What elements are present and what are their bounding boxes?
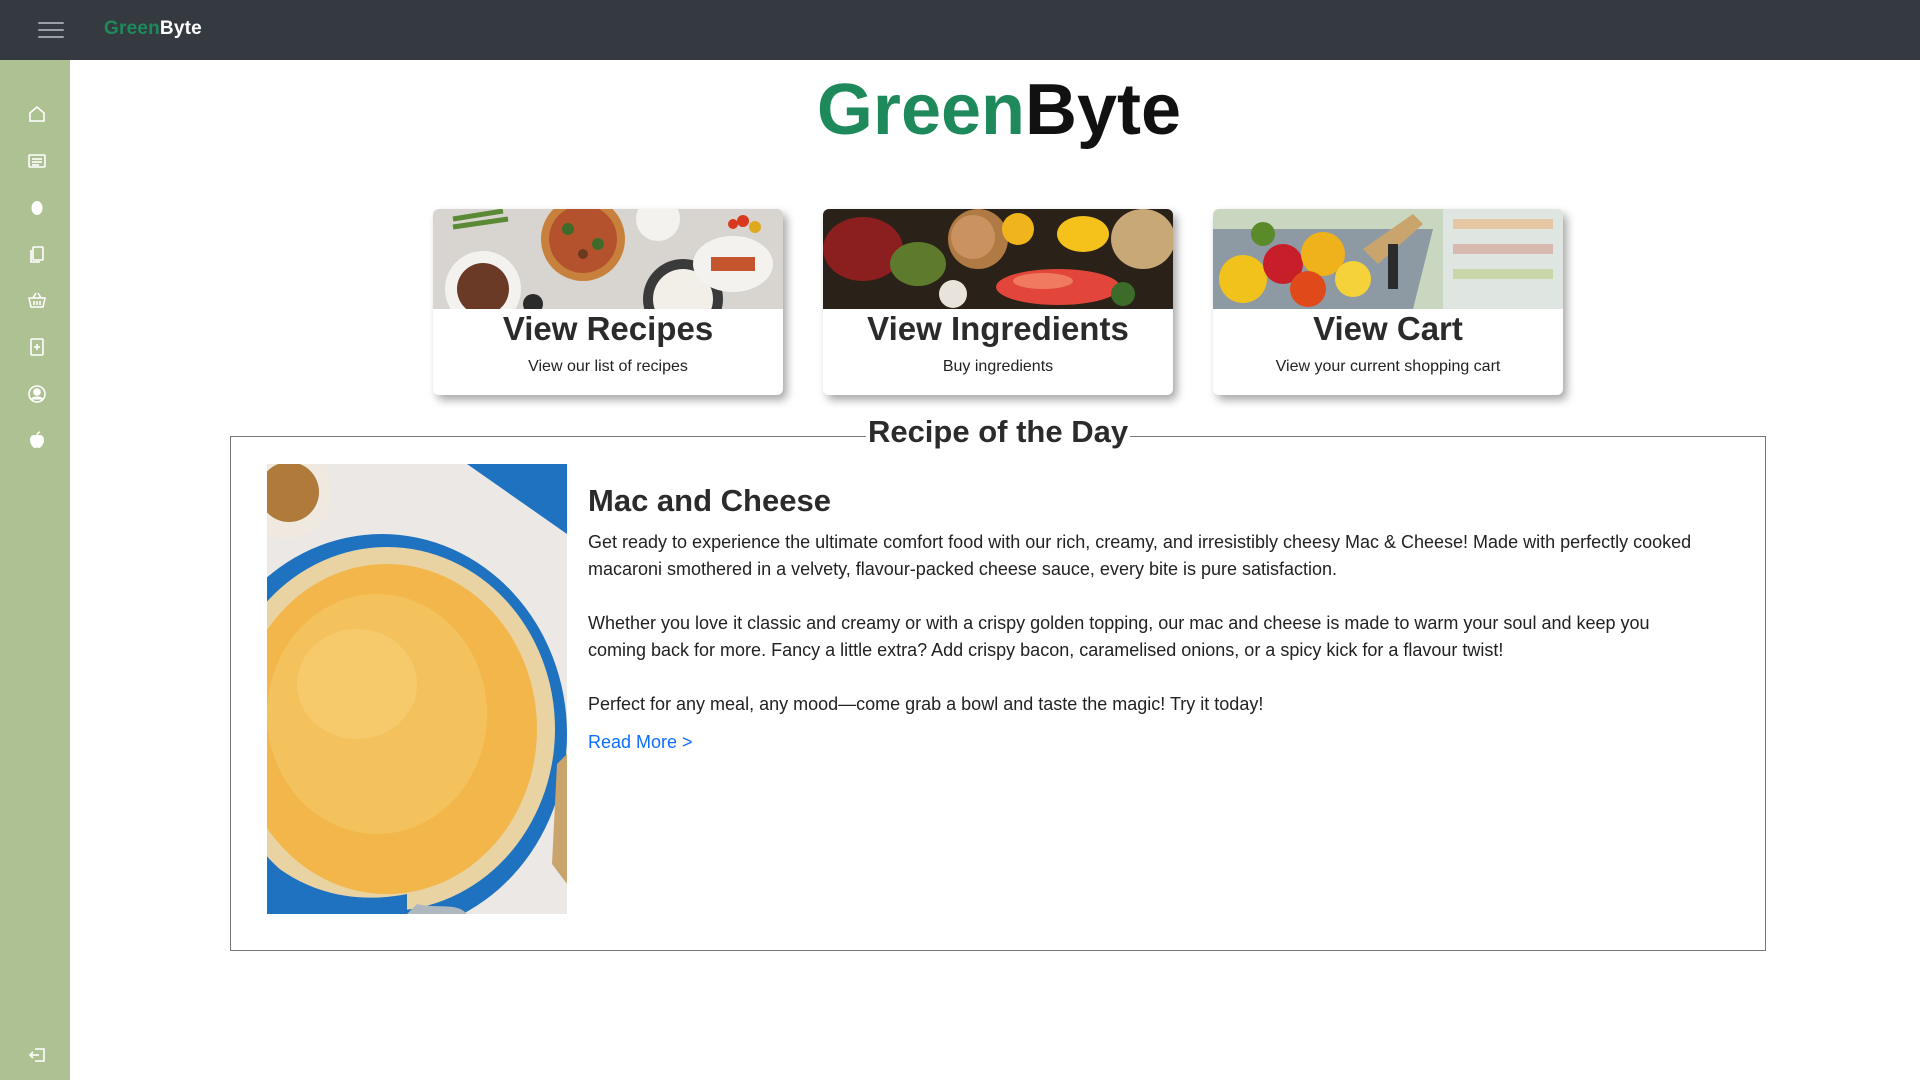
recipe-of-the-day-heading: Recipe of the Day: [865, 414, 1131, 449]
recipe-body: Mac and Cheese Get ready to experience t…: [588, 483, 1708, 753]
recipe-paragraph: Perfect for any meal, any mood—come grab…: [588, 694, 1264, 714]
card-title: View Recipes: [502, 310, 714, 347]
logout-icon[interactable]: [25, 1043, 49, 1067]
mac-and-cheese-image: [267, 464, 567, 914]
page-title: GreenByte: [70, 64, 1920, 158]
cart-image: [1213, 209, 1563, 309]
ingredients-image: [823, 209, 1173, 309]
recipe-of-the-day: Recipe of the Day Mac and Cheese Get rea…: [230, 414, 1766, 951]
main-content: GreenByte Welcome to GreenByte! View Rec…: [70, 60, 1920, 1080]
recipes-image: [433, 209, 783, 309]
egg-icon[interactable]: [25, 195, 49, 219]
recipe-name: Mac and Cheese: [588, 483, 831, 518]
view-recipes-card[interactable]: View Recipes View our list of recipes: [433, 209, 783, 395]
title-green-text: Green: [816, 70, 1026, 150]
user-circle-icon[interactable]: [25, 382, 49, 406]
recipes-list-icon[interactable]: [25, 149, 49, 173]
copy-icon[interactable]: [25, 242, 49, 266]
card-title: View Cart: [1313, 310, 1463, 347]
file-plus-icon[interactable]: [25, 335, 49, 359]
apple-icon[interactable]: [25, 428, 49, 452]
brand-green-text: Green: [104, 18, 160, 39]
view-cart-card[interactable]: View Cart View your current shopping car…: [1213, 209, 1563, 395]
card-description: Buy ingredients: [942, 358, 1054, 375]
basket-icon[interactable]: [25, 288, 49, 312]
view-ingredients-card[interactable]: View Ingredients Buy ingredients: [823, 209, 1173, 395]
brand-white-text: Byte: [159, 18, 202, 39]
navbar-brand[interactable]: GreenByte: [104, 18, 202, 40]
sidebar: [0, 60, 70, 1080]
top-navbar: GreenByte: [0, 0, 1920, 60]
card-description: View your current shopping cart: [1275, 358, 1501, 375]
card-title: View Ingredients: [867, 310, 1129, 347]
home-icon[interactable]: [25, 102, 49, 126]
recipe-paragraph: Whether you love it classic and creamy o…: [588, 613, 1650, 660]
title-dark-text: Byte: [1025, 70, 1182, 150]
recipe-paragraph: Get ready to experience the ultimate com…: [588, 532, 1692, 579]
menu-toggle-icon[interactable]: [38, 19, 64, 41]
card-description: View our list of recipes: [528, 358, 688, 375]
read-more-link[interactable]: Read More >: [588, 732, 693, 752]
